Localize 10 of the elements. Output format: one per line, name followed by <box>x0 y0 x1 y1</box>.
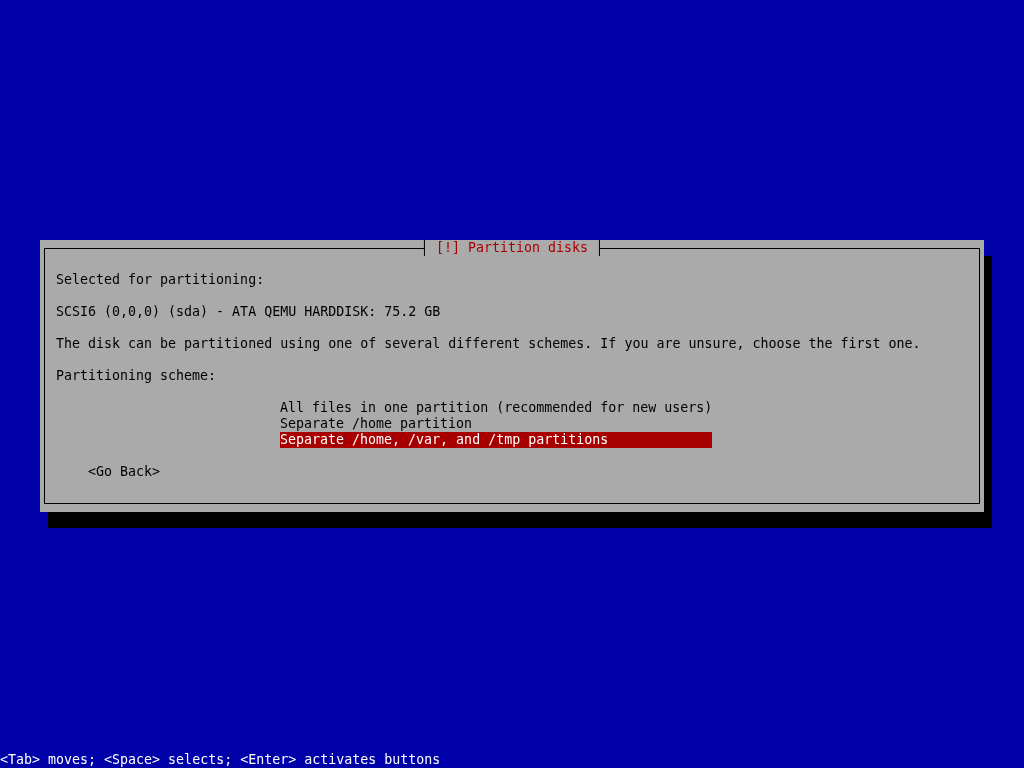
dialog-text: Partitioning scheme: <box>56 368 218 384</box>
status-bar-hint: <Tab> moves; <Space> selects; <Enter> activates buttons <box>0 752 442 768</box>
dialog-text: Selected for partitioning: <box>56 272 266 288</box>
dialog-title: [!] Partition disks <box>423 240 601 256</box>
scheme-option[interactable]: Separate /home partition <box>280 416 713 432</box>
go-back-button[interactable]: <Go Back> <box>88 464 161 480</box>
dialog-text: The disk can be partitioned using one of several different schemes. If you are unsure, choose the first one. <box>56 336 922 352</box>
scheme-option[interactable]: All files in one partition (recommended for new users) <box>280 400 713 416</box>
dialog-text: SCSI6 (0,0,0) (sda) - ATA QEMU HARDDISK: 75.2 GB <box>56 304 442 320</box>
scheme-option[interactable]: Separate /home, /var, and /tmp partitions <box>280 432 713 448</box>
